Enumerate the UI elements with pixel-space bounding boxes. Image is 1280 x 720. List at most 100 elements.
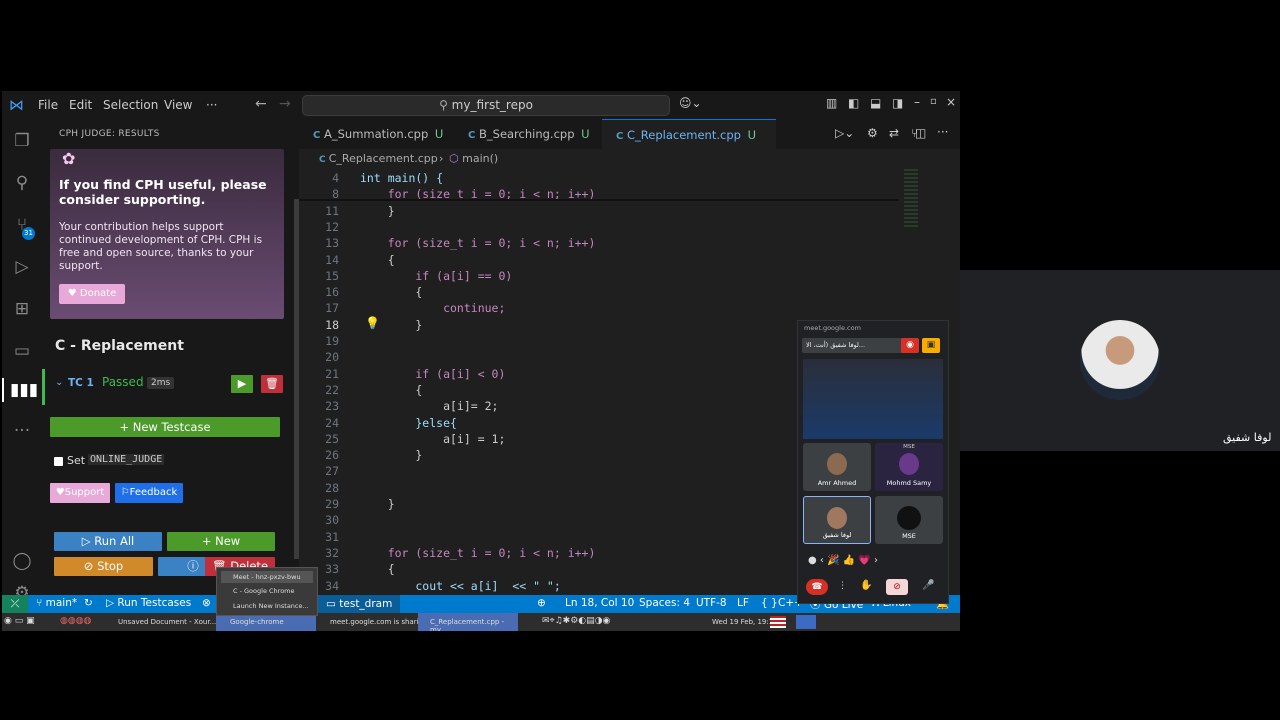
- delete-testcase-button[interactable]: 🗑: [261, 375, 283, 393]
- lightbulb-icon[interactable]: 💡: [365, 316, 380, 330]
- support-body: Your contribution helps support continue…: [59, 221, 263, 272]
- breadcrumb-file[interactable]: C C_Replacement.cpp: [319, 152, 438, 165]
- cpp-file-icon: C: [616, 131, 624, 142]
- participant-tile-1[interactable]: Amr Ahmed: [803, 443, 871, 491]
- reactions-bar-icon[interactable]: ● ‹ 🎉 👍 💗 ›: [808, 555, 878, 566]
- branch-status[interactable]: ⑂ main*: [36, 597, 77, 609]
- online-judge-checkbox[interactable]: [54, 457, 63, 466]
- participant-tile-4[interactable]: MSE: [875, 496, 943, 544]
- camera-off-icon[interactable]: ⊘: [886, 579, 908, 595]
- line-number: 17: [325, 301, 339, 316]
- breadcrumb: C C_Replacement.cpp › ⬡ main(): [299, 149, 960, 169]
- toggle-secondary-sidebar-icon[interactable]: ◨: [892, 96, 903, 110]
- problems-icon[interactable]: ⊗: [202, 597, 211, 609]
- leave-call-icon[interactable]: ☎: [806, 579, 828, 595]
- remote-indicator-icon[interactable]: ⤫: [2, 595, 28, 613]
- split-editor-icon[interactable]: ◫: [915, 126, 926, 140]
- forward-arrow-icon[interactable]: →: [279, 96, 291, 112]
- explorer-icon[interactable]: ❐: [10, 129, 34, 153]
- maximize-icon[interactable]: ▫: [930, 96, 937, 107]
- menu-file[interactable]: File: [38, 98, 58, 112]
- tray-icons-icon[interactable]: ✉⌖♫✱⚙◐▤◑◉: [542, 616, 610, 626]
- toggle-sidebar-icon[interactable]: ◧: [848, 96, 859, 110]
- compare-icon[interactable]: ⇄: [889, 126, 899, 140]
- braces-icon[interactable]: { }: [761, 597, 778, 609]
- taskbar-item-editor[interactable]: Unsaved Document - Xour...: [118, 618, 216, 626]
- vscode-logo-icon: ⋈: [9, 96, 24, 114]
- layout-icon[interactable]: ▥: [826, 96, 837, 110]
- chevron-down-icon[interactable]: ⌄: [55, 377, 63, 388]
- more-options-icon[interactable]: ⋮: [838, 581, 847, 591]
- run-testcases-status[interactable]: ▷ Run Testcases: [106, 597, 191, 609]
- remote-explorer-icon[interactable]: ▭: [10, 339, 34, 363]
- run-all-button[interactable]: ▷ Run All: [54, 532, 162, 551]
- menu-selection[interactable]: Selection: [103, 98, 158, 112]
- record-icon[interactable]: ◉: [901, 338, 919, 353]
- tab-a-summation[interactable]: C A_Summation.cpp U: [299, 119, 453, 149]
- testcase-row: ⌄ TC 1 Passed 2ms ▶ 🗑: [42, 369, 290, 405]
- breadcrumb-symbol[interactable]: ⬡ main(): [449, 152, 498, 165]
- testcase-label: TC 1: [68, 377, 94, 389]
- line-number: 16: [325, 285, 339, 300]
- menu-view[interactable]: View: [164, 98, 192, 112]
- more-views-icon[interactable]: ···: [10, 419, 34, 443]
- app-launchers-icon[interactable]: ◍◍◍◍: [60, 616, 91, 626]
- eol-status[interactable]: LF: [737, 597, 749, 609]
- copilot-icon[interactable]: ☺⌄: [679, 96, 702, 110]
- toggle-panel-icon[interactable]: ⬓: [870, 96, 881, 110]
- support-button[interactable]: ♥Support: [50, 483, 110, 503]
- command-center[interactable]: ⚲ my_first_repo: [302, 95, 670, 116]
- encoding-status[interactable]: UTF-8: [696, 597, 727, 609]
- back-arrow-icon[interactable]: ←: [255, 96, 267, 112]
- tab-c-replacement[interactable]: C C_Replacement.cpp U ✕: [602, 119, 776, 174]
- accounts-icon[interactable]: ◯: [10, 549, 34, 573]
- more-actions-icon[interactable]: ···: [937, 125, 948, 139]
- run-testcases-label: Run Testcases: [117, 597, 192, 609]
- line-number: 29: [325, 497, 339, 511]
- menu-edit[interactable]: Edit: [69, 98, 92, 112]
- line-number: 19: [325, 334, 339, 348]
- run-debug-icon[interactable]: ▷: [10, 255, 34, 279]
- taskbar-item-vscode[interactable]: C_Replacement.cpp - my...: [418, 613, 518, 631]
- participant-name: Amr Ahmed: [817, 479, 857, 487]
- set-label: Set: [67, 454, 86, 467]
- stop-button[interactable]: ⊘ Stop: [54, 557, 153, 576]
- search-icon[interactable]: ⚲: [10, 171, 34, 195]
- flower-icon: ✿: [62, 149, 76, 168]
- menu-more[interactable]: ···: [206, 98, 217, 112]
- settings-icon[interactable]: ⚙: [867, 126, 878, 140]
- feedback-button[interactable]: ⚐Feedback: [115, 483, 183, 503]
- donate-button[interactable]: ♥ Donate: [59, 284, 125, 304]
- extensions-icon[interactable]: ⊞: [10, 297, 34, 321]
- indentation-status[interactable]: Spaces: 4: [639, 597, 690, 609]
- run-code-icon[interactable]: ▷⌄: [835, 126, 854, 140]
- context-menu-item[interactable]: Meet - hnz-pxzv-bwu: [221, 571, 313, 583]
- tab-b-searching[interactable]: C B_Searching.cpp U: [454, 119, 608, 149]
- new-button[interactable]: + New: [167, 532, 275, 551]
- microphone-icon[interactable]: 🎤: [922, 580, 934, 591]
- raise-hand-icon[interactable]: ✋: [860, 580, 872, 591]
- participant-tile-3[interactable]: لوفا شفيق: [803, 496, 871, 544]
- context-menu-item[interactable]: C - Google Chrome: [221, 585, 313, 597]
- minimap[interactable]: [904, 169, 918, 229]
- context-menu-item[interactable]: Launch New Instance...: [221, 600, 313, 612]
- run-testcase-button[interactable]: ▶: [231, 375, 253, 393]
- taskbar-item-meet[interactable]: meet.google.com is sharin...: [330, 618, 430, 626]
- close-icon[interactable]: ×: [946, 95, 956, 109]
- stop-sharing-icon[interactable]: ▣: [922, 338, 940, 353]
- minimize-icon[interactable]: –: [914, 95, 920, 109]
- keyboard-layout-flag-icon[interactable]: [770, 616, 786, 628]
- participant-tile-2[interactable]: MSE Mohmd Samy: [875, 443, 943, 491]
- cph-judge-icon[interactable]: ▮▮▮: [10, 378, 38, 402]
- zoom-icon[interactable]: ⊕: [537, 597, 546, 609]
- play-icon: ▶: [237, 377, 247, 390]
- support-heading: If you find CPH useful, please consider …: [59, 177, 267, 207]
- cursor-position[interactable]: Ln 18, Col 10: [565, 597, 634, 609]
- sync-icon[interactable]: ↻: [84, 597, 93, 609]
- show-desktop-icon[interactable]: [796, 615, 816, 629]
- stop-label: Stop: [97, 559, 124, 573]
- new-testcase-button[interactable]: + New Testcase: [50, 417, 280, 437]
- start-menu-icon[interactable]: ◉ ▭ ▣: [4, 616, 35, 626]
- tile-top-label: MSE: [903, 444, 915, 450]
- clock[interactable]: Wed 19 Feb, 19:16: [712, 618, 778, 626]
